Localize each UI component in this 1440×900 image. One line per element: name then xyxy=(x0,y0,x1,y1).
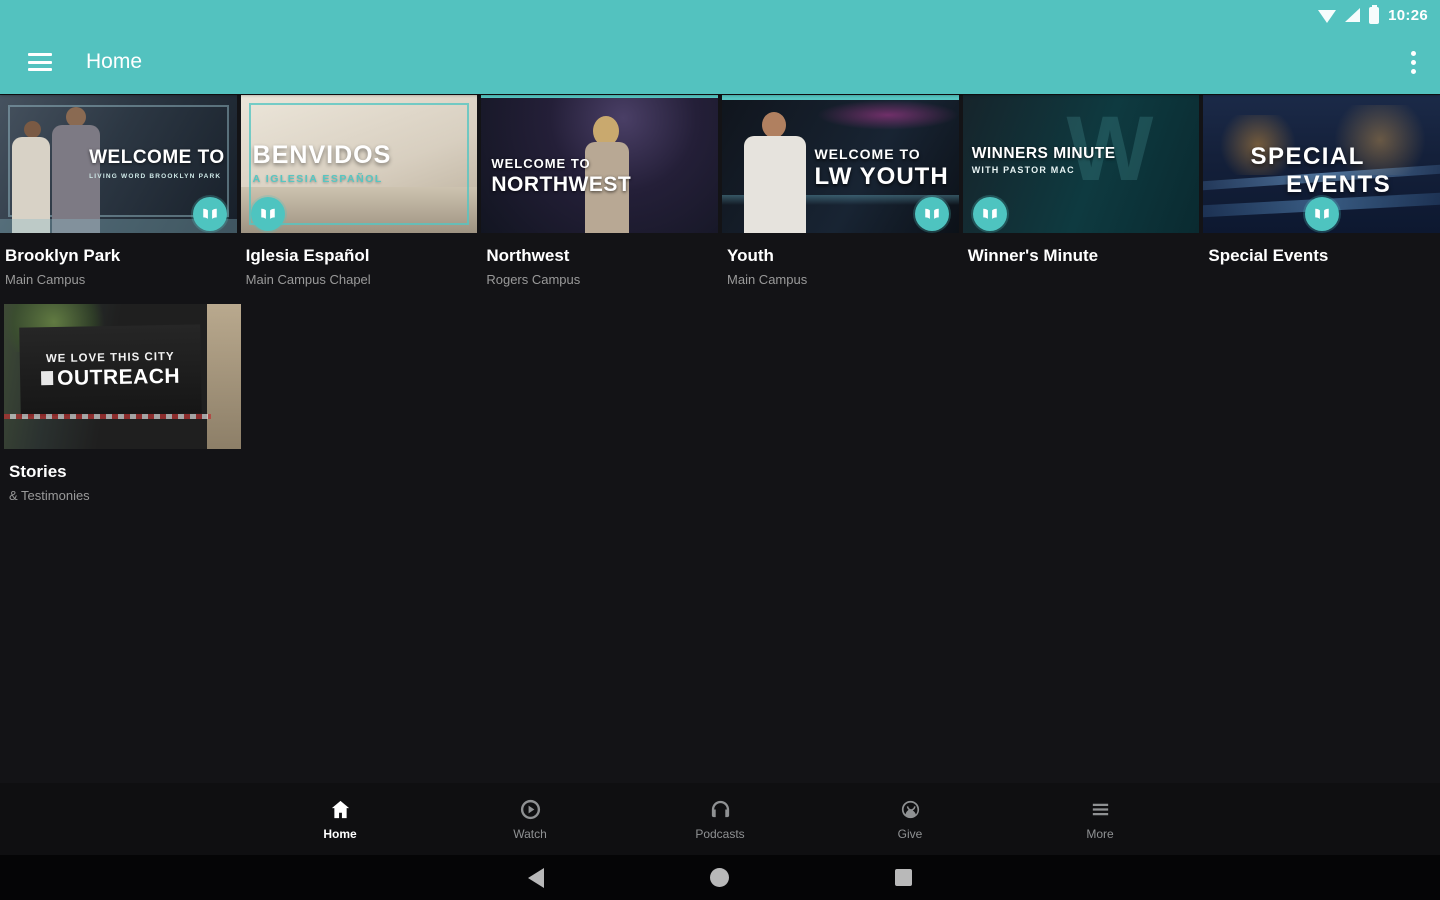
campus-card-row: WELCOME TO LIVING WORD BROOKLYN PARK Bro… xyxy=(0,95,1440,287)
card-subtitle xyxy=(1208,272,1440,287)
card-title: Northwest xyxy=(486,246,570,265)
cellular-signal-icon xyxy=(1345,8,1361,22)
status-time: 10:26 xyxy=(1388,6,1428,24)
open-book-icon xyxy=(982,208,997,219)
give-icon xyxy=(901,800,919,818)
card-subtitle: Main Campus Chapel xyxy=(245,272,371,287)
podcasts-icon xyxy=(711,800,729,817)
card-subtitle: Rogers Campus xyxy=(486,272,581,287)
tab-label: Home xyxy=(323,826,357,841)
more-icon xyxy=(1092,803,1108,815)
status-bar: 10:26 xyxy=(0,0,1440,30)
recents-button[interactable] xyxy=(895,869,912,886)
card-subtitle: Main Campus xyxy=(5,272,86,287)
tab-podcasts[interactable]: Podcasts xyxy=(625,783,815,855)
tab-watch[interactable]: Watch xyxy=(435,783,625,855)
tab-label: Watch xyxy=(513,826,547,841)
thumb-overlay-subtitle: A IGLESIA ESPAÑOL xyxy=(252,173,383,185)
card-subtitle: Main Campus xyxy=(727,272,808,287)
page-title: Home xyxy=(86,50,143,73)
notes-badge xyxy=(192,197,227,231)
notes-badge xyxy=(914,197,949,231)
notes-badge xyxy=(250,197,285,231)
card-title: Iglesia Español xyxy=(245,246,370,265)
open-book-icon xyxy=(1314,208,1329,219)
card-title: Youth xyxy=(727,246,774,265)
overflow-menu-icon[interactable] xyxy=(1411,50,1416,74)
card-stories[interactable]: WE LOVE THIS CITY OUTREACH Stories & Tes… xyxy=(4,304,241,503)
card-brooklyn-park[interactable]: WELCOME TO LIVING WORD BROOKLYN PARK Bro… xyxy=(0,95,237,287)
tab-more[interactable]: More xyxy=(1005,783,1195,855)
thumb-overlay-title: WE LOVE THIS CITY xyxy=(45,350,175,365)
thumb-overlay-subtitle: LIVING WORD BROOKLYN PARK xyxy=(89,173,222,180)
open-book-icon xyxy=(202,208,217,219)
open-book-icon xyxy=(924,208,939,219)
card-title: Stories xyxy=(9,462,67,481)
thumb-overlay-title: WELCOME TO xyxy=(814,146,921,162)
thumb-overlay-title: WELCOME TO xyxy=(89,147,225,168)
home-icon xyxy=(331,800,349,818)
card-thumbnail: W WINNERS MINUTE WITH PASTOR MAC xyxy=(962,95,1200,233)
card-iglesia-espanol[interactable]: BENVIDOS A IGLESIA ESPAÑOL Iglesia Españ… xyxy=(240,95,478,287)
open-book-icon xyxy=(260,208,275,219)
app-screen: 10:26 Home WELCOME TO LIVING WORD BROOKL… xyxy=(0,0,1440,900)
thumb-overlay-title: SPECIAL xyxy=(1250,143,1365,170)
card-thumbnail: BENVIDOS A IGLESIA ESPAÑOL xyxy=(240,95,478,233)
notes-badge xyxy=(1304,197,1339,231)
thumb-overlay-title: WELCOME TO xyxy=(491,156,591,171)
bottom-tab-bar: Home Watch Podcasts Give More xyxy=(0,783,1440,855)
thumb-overlay-title: BENVIDOS xyxy=(252,141,392,169)
card-title: Winner's Minute xyxy=(967,246,1099,265)
outreach-truck: WE LOVE THIS CITY OUTREACH xyxy=(19,324,202,417)
thumb-overlay-subtitle: WITH PASTOR MAC xyxy=(971,165,1075,175)
card-winners-minute[interactable]: W WINNERS MINUTE WITH PASTOR MAC Winner'… xyxy=(962,95,1200,287)
home-button[interactable] xyxy=(710,868,729,887)
card-subtitle: & Testimonies xyxy=(9,488,90,503)
card-thumbnail: SPECIAL EVENTS xyxy=(1203,95,1440,233)
card-northwest[interactable]: WELCOME TO NORTHWEST Northwest Rogers Ca… xyxy=(481,95,719,287)
battery-icon xyxy=(1369,4,1380,24)
card-youth[interactable]: WELCOME TO LW YOUTH Youth Main Campus xyxy=(722,95,959,287)
watch-icon xyxy=(520,799,540,819)
tab-give[interactable]: Give xyxy=(815,783,1005,855)
card-special-events[interactable]: SPECIAL EVENTS Special Events xyxy=(1203,95,1440,287)
card-title: Special Events xyxy=(1208,246,1329,265)
card-thumbnail: WELCOME TO LW YOUTH xyxy=(722,95,959,233)
home-content: WELCOME TO LIVING WORD BROOKLYN PARK Bro… xyxy=(0,95,1440,503)
tab-home[interactable]: Home xyxy=(245,783,435,855)
tab-label: Podcasts xyxy=(695,826,745,841)
thumb-overlay-subtitle: LW YOUTH xyxy=(814,163,949,190)
menu-icon[interactable] xyxy=(28,49,52,76)
app-bar: Home xyxy=(0,30,1440,94)
card-thumbnail: WELCOME TO LIVING WORD BROOKLYN PARK xyxy=(0,95,237,233)
thumb-overlay-subtitle: OUTREACH xyxy=(41,364,180,390)
thumb-overlay-subtitle: EVENTS xyxy=(1286,171,1392,198)
thumb-overlay-title: WINNERS MINUTE xyxy=(971,145,1116,162)
card-title: Brooklyn Park xyxy=(5,246,121,265)
back-button[interactable] xyxy=(528,867,544,888)
thumb-overlay-subtitle: NORTHWEST xyxy=(491,173,632,196)
tab-label: Give xyxy=(897,826,923,841)
android-navigation-bar xyxy=(0,855,1440,900)
tab-label: More xyxy=(1086,826,1114,841)
card-subtitle xyxy=(968,272,1200,287)
wifi-icon xyxy=(1318,9,1337,23)
notes-badge xyxy=(972,197,1007,231)
card-thumbnail: WELCOME TO NORTHWEST xyxy=(481,95,719,233)
card-thumbnail: WE LOVE THIS CITY OUTREACH xyxy=(4,304,241,449)
